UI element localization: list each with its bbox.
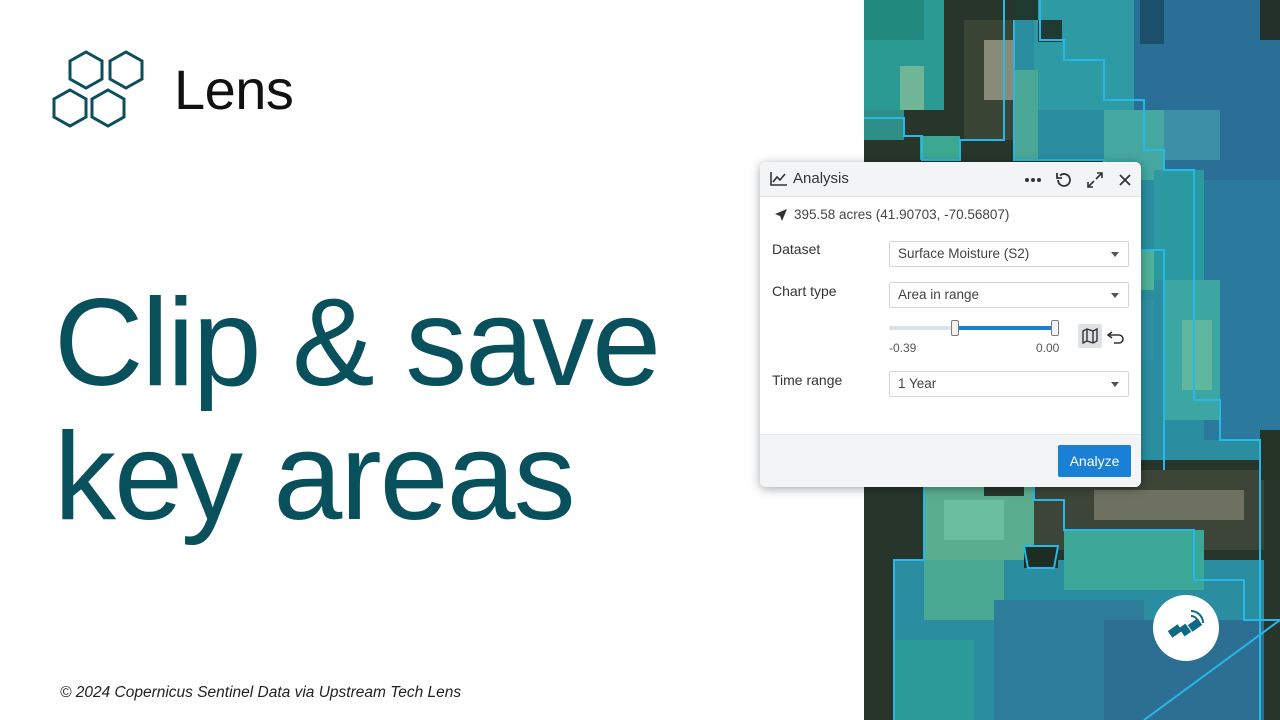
headline-line-2: key areas <box>54 408 576 546</box>
chart-type-select[interactable]: Area in range <box>889 282 1129 308</box>
range-slider[interactable] <box>889 320 1059 336</box>
satellite-badge[interactable] <box>1153 595 1219 661</box>
dataset-value: Surface Moisture (S2) <box>898 246 1030 261</box>
chevron-down-icon <box>1111 252 1119 257</box>
range-max-value: 0.00 <box>1036 341 1060 355</box>
headline: Clip & save key areas <box>54 274 661 546</box>
panel-header: Analysis <box>760 162 1141 197</box>
brand: Lens <box>52 50 294 128</box>
line-chart-icon <box>770 171 787 186</box>
refresh-button[interactable] <box>1053 169 1075 191</box>
slider-thumb-min[interactable] <box>951 320 959 336</box>
slider-thumb-max[interactable] <box>1051 320 1059 336</box>
hexagon-cluster-logo <box>52 50 144 128</box>
dataset-select[interactable]: Surface Moisture (S2) <box>889 241 1129 267</box>
time-range-label: Time range <box>772 372 843 388</box>
undo-icon <box>1107 331 1124 344</box>
more-options-icon <box>1025 178 1041 182</box>
headline-line-1: Clip & save <box>54 274 661 412</box>
image-credit: © 2024 Copernicus Sentinel Data via Upst… <box>60 684 462 701</box>
satellite-icon <box>1167 610 1204 638</box>
location-info: 395.58 acres (41.90703, -70.56807) <box>774 207 1009 222</box>
time-range-value: 1 Year <box>898 376 937 391</box>
time-range-select[interactable]: 1 Year <box>889 371 1129 397</box>
more-options-button[interactable] <box>1022 169 1044 191</box>
analyze-button[interactable]: Analyze <box>1058 445 1131 477</box>
slider-fill <box>955 326 1055 330</box>
analysis-panel: Analysis 395.58 acres (41.90703, -70.568… <box>760 162 1141 487</box>
location-arrow-icon <box>775 208 787 221</box>
dataset-label: Dataset <box>772 241 821 257</box>
chevron-down-icon <box>1111 293 1119 298</box>
range-min-value: -0.39 <box>889 341 917 355</box>
map-icon <box>1082 328 1098 344</box>
close-icon <box>1119 174 1131 186</box>
chart-type-value: Area in range <box>898 287 980 302</box>
map-view-button[interactable] <box>1078 324 1102 348</box>
expand-button[interactable] <box>1084 169 1106 191</box>
brand-name: Lens <box>174 57 294 121</box>
panel-title: Analysis <box>793 170 849 187</box>
location-text: 395.58 acres (41.90703, -70.56807) <box>794 207 1010 222</box>
refresh-icon <box>1056 173 1071 187</box>
undo-button[interactable] <box>1105 326 1127 348</box>
expand-icon <box>1087 172 1103 188</box>
chart-type-label: Chart type <box>772 283 837 299</box>
close-button[interactable] <box>1114 169 1136 191</box>
panel-title-wrap: Analysis <box>770 170 849 187</box>
chevron-down-icon <box>1111 382 1119 387</box>
